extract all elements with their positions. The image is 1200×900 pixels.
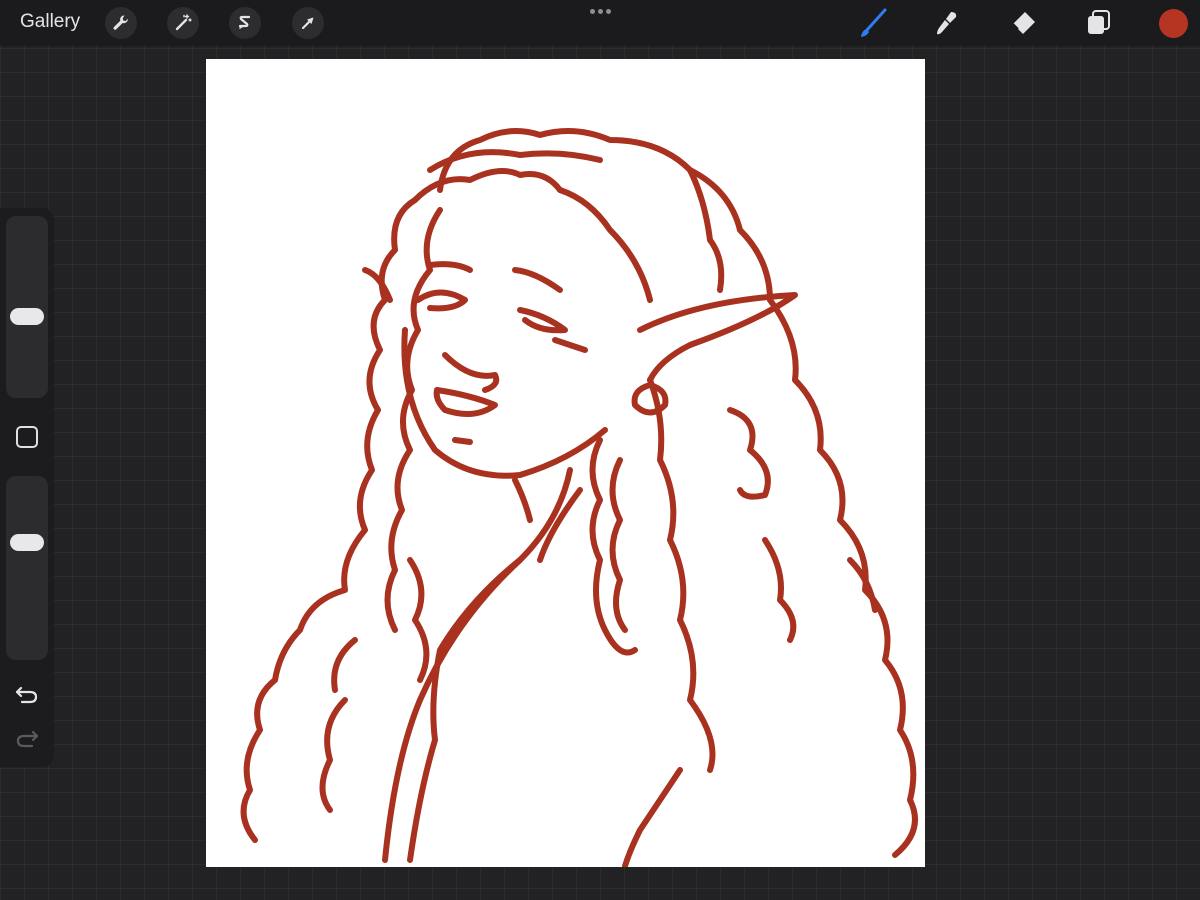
top-toolbar: Gallery [0,0,1200,46]
layers-button[interactable] [1081,6,1115,40]
eraser-icon [1012,12,1035,34]
smudge-icon [937,12,957,35]
brush-icon [861,8,887,37]
drawing-canvas[interactable] [206,59,925,867]
smudge-tool-button[interactable] [930,6,964,40]
actions-button[interactable] [105,7,137,39]
magic-wand-icon [175,14,192,31]
adjustments-button[interactable] [167,7,199,39]
wrench-icon [113,15,128,30]
transform-arrow-icon [301,17,314,30]
redo-button[interactable] [14,728,40,750]
selection-icon [238,15,251,29]
gallery-button[interactable]: Gallery [20,11,80,33]
eraser-tool-button[interactable] [1006,6,1040,40]
opacity-slider[interactable] [6,476,48,660]
selection-button[interactable] [229,7,261,39]
color-picker-button[interactable] [1159,9,1188,38]
brush-size-handle[interactable] [10,307,44,325]
brush-tool-button[interactable] [856,6,890,40]
redo-icon [16,730,39,748]
opacity-handle[interactable] [10,534,44,552]
more-options-button[interactable] [588,4,612,18]
undo-button[interactable] [14,684,40,706]
layers-icon [1088,10,1110,34]
artwork-sketch [240,128,918,867]
more-dots-icon [589,8,595,14]
brush-size-slider[interactable] [6,216,48,398]
undo-icon [15,686,38,704]
left-sidebar [0,208,54,767]
modify-square-icon[interactable] [16,426,38,448]
transform-button[interactable] [292,7,324,39]
